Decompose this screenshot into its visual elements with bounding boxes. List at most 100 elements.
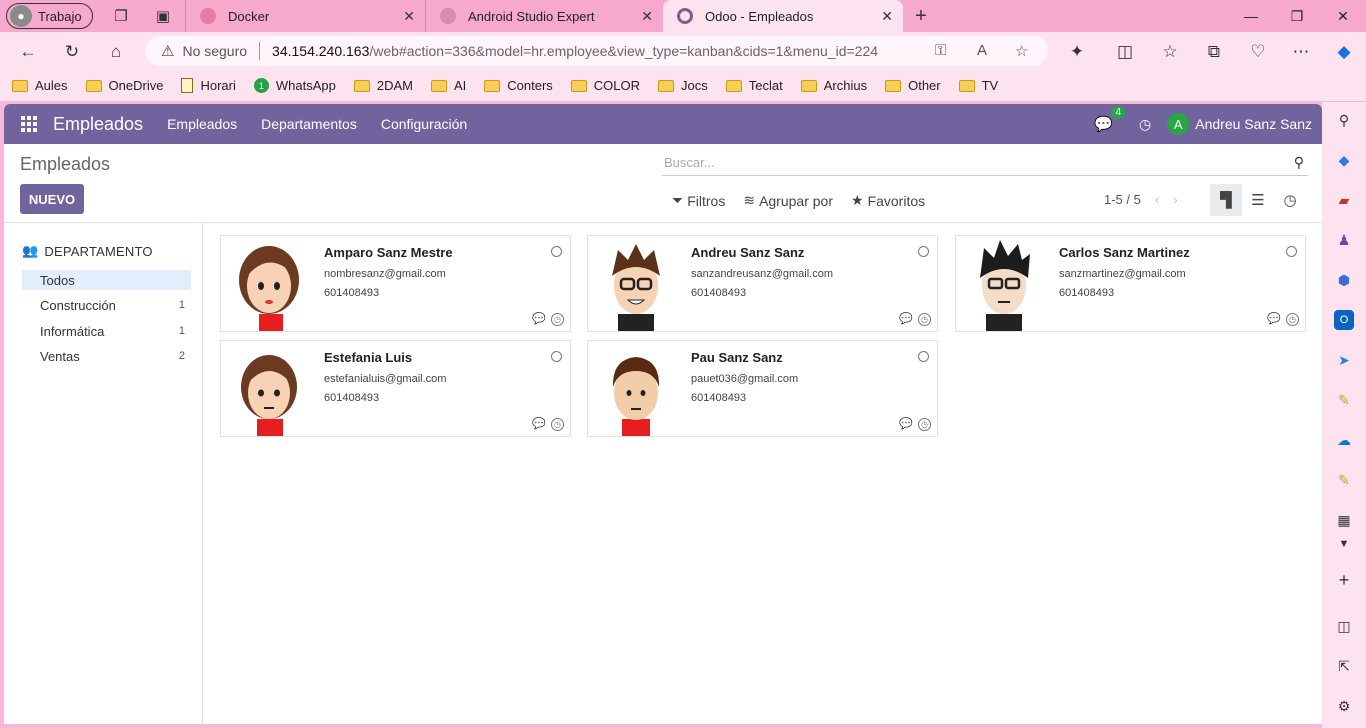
user-avatar[interactable]: A — [1167, 113, 1190, 135]
sidebar-item-construccion[interactable]: Construcción 1 — [22, 295, 191, 315]
bookmark-archius[interactable]: Archius — [800, 78, 867, 93]
sidebar-layout-icon[interactable]: ◫ — [1334, 616, 1354, 636]
new-button[interactable]: NUEVO — [20, 184, 84, 214]
favorite-star-icon[interactable]: ☆ — [1015, 42, 1028, 60]
group-by-button[interactable]: ≋ Agrupar por — [743, 192, 833, 209]
menu-departamentos[interactable]: Departamentos — [261, 116, 357, 132]
workspaces-icon[interactable]: ❐ — [111, 6, 131, 26]
favorites-icon[interactable]: ☆ — [1159, 41, 1181, 63]
open-external-icon[interactable]: ⇱ — [1334, 656, 1354, 676]
home-icon[interactable]: ⌂ — [105, 41, 127, 63]
extensions-icon[interactable]: ✦ — [1066, 41, 1088, 63]
calculator-icon[interactable]: ▦ — [1334, 510, 1354, 530]
profile-button[interactable]: ● Trabajo — [6, 3, 93, 29]
sidebar-item-todos[interactable]: Todos — [22, 270, 191, 290]
employee-name[interactable]: Amparo Sanz Mestre — [324, 245, 453, 260]
activity-clock-icon[interactable]: ◷ — [918, 313, 931, 326]
apps-menu-icon[interactable] — [21, 116, 37, 132]
close-tab-icon[interactable]: ✕ — [641, 8, 653, 25]
sidebar-item-ventas[interactable]: Ventas 2 — [22, 346, 191, 366]
search-input[interactable] — [662, 155, 1294, 170]
bookmark-color[interactable]: COLOR — [570, 78, 640, 93]
chevron-down-icon[interactable]: ▼ — [1334, 534, 1354, 554]
bookmark-whatsapp[interactable]: 1 WhatsApp — [253, 78, 336, 93]
bookmark-teclat[interactable]: Teclat — [725, 78, 783, 93]
close-tab-icon[interactable]: ✕ — [403, 8, 415, 25]
menu-configuracion[interactable]: Configuración — [381, 116, 467, 132]
app-title[interactable]: Empleados — [53, 114, 143, 135]
bookmark-ai[interactable]: AI — [430, 78, 466, 93]
address-bar[interactable]: ⚠ No seguro 34.154.240.163/web#action=33… — [145, 36, 1048, 66]
microsoft365-icon[interactable]: ⬢ — [1334, 270, 1354, 290]
more-menu-icon[interactable]: ⋯ — [1290, 41, 1312, 63]
add-icon[interactable]: + — [1334, 570, 1354, 590]
employee-name[interactable]: Carlos Sanz Martinez — [1059, 245, 1190, 260]
chat-icon[interactable]: 💬 — [899, 417, 913, 430]
pager-value[interactable]: 1-5 / 5 — [1104, 192, 1141, 207]
list-view-icon[interactable]: ☰ — [1242, 184, 1274, 216]
split-screen-icon[interactable]: ◫ — [1114, 41, 1136, 63]
outlook-icon[interactable]: O — [1334, 310, 1354, 330]
bookmark-onedrive[interactable]: OneDrive — [85, 78, 163, 93]
tab-odoo-empleados[interactable]: Odoo - Empleados ✕ — [663, 0, 903, 32]
shopping-icon[interactable]: ◆ — [1334, 150, 1354, 170]
activity-clock-icon[interactable]: ◷ — [551, 418, 564, 431]
restore-icon[interactable]: ❐ — [1274, 0, 1320, 32]
reload-icon[interactable]: ↻ — [61, 41, 83, 63]
bookmark-horari[interactable]: Horari — [181, 78, 236, 93]
bookmark-2dam[interactable]: 2DAM — [353, 78, 413, 93]
games-icon[interactable]: ♟ — [1334, 230, 1354, 250]
bookmark-conters[interactable]: Conters — [484, 78, 553, 93]
bookmark-jocs[interactable]: Jocs — [658, 78, 708, 93]
collections-icon[interactable]: ⧉ — [1203, 41, 1225, 63]
search-icon[interactable]: ⚲ — [1294, 154, 1304, 171]
sidebar-item-informatica[interactable]: Informática 1 — [22, 321, 191, 341]
menu-empleados[interactable]: Empleados — [167, 116, 237, 132]
user-name[interactable]: Andreu Sanz Sanz — [1195, 116, 1312, 132]
warning-icon[interactable]: ⚠ — [161, 42, 174, 60]
kanban-view-icon[interactable]: ▜ — [1210, 184, 1242, 216]
employee-card[interactable]: Estefania Luis estefanialuis@gmail.com 6… — [220, 340, 571, 437]
minimize-icon[interactable]: — — [1228, 0, 1274, 32]
key-icon[interactable]: ⚿ — [935, 42, 946, 59]
favorites-button[interactable]: ★ Favoritos — [851, 192, 925, 209]
chat-icon[interactable]: 💬 — [899, 312, 913, 325]
browser-essentials-icon[interactable]: ♡ — [1247, 41, 1269, 63]
chat-icon[interactable]: 💬 — [532, 417, 546, 430]
employee-name[interactable]: Andreu Sanz Sanz — [691, 245, 804, 260]
back-icon[interactable]: ← — [17, 41, 39, 63]
activity-view-icon[interactable]: ◷ — [1274, 184, 1306, 216]
copilot-icon[interactable]: ◆ — [1333, 41, 1355, 63]
chat-icon[interactable]: 💬 — [1267, 312, 1281, 325]
tab-docker[interactable]: Docker ✕ — [185, 0, 425, 32]
tab-actions-icon[interactable]: ▣ — [153, 6, 173, 26]
tools-icon[interactable]: ▰ — [1334, 190, 1354, 210]
notes-icon[interactable]: ✎ — [1334, 390, 1354, 410]
chat-icon[interactable]: 💬 — [532, 312, 546, 325]
search-icon[interactable]: ⚲ — [1334, 110, 1354, 130]
onedrive-icon[interactable]: ☁ — [1334, 430, 1354, 450]
pager-next-icon[interactable]: › — [1173, 192, 1177, 207]
activity-clock-icon[interactable]: ◷ — [918, 418, 931, 431]
read-aloud-icon[interactable]: A — [977, 42, 987, 59]
bookmark-tv[interactable]: TV — [958, 78, 998, 93]
close-window-icon[interactable]: ✕ — [1320, 0, 1366, 32]
settings-gear-icon[interactable]: ⚙ — [1334, 696, 1354, 716]
notepad-icon[interactable]: ✎ — [1334, 470, 1354, 490]
filters-button[interactable]: ⏷ Filtros — [672, 192, 725, 209]
activities-clock-icon[interactable]: ◷ — [1139, 116, 1151, 133]
employee-name[interactable]: Pau Sanz Sanz — [691, 350, 783, 365]
messages-icon[interactable]: 💬 4 — [1094, 106, 1126, 133]
new-tab-icon[interactable]: + — [911, 5, 931, 27]
pager-previous-icon[interactable]: ‹ — [1155, 192, 1159, 207]
employee-card[interactable]: Amparo Sanz Mestre nombresanz@gmail.com … — [220, 235, 571, 332]
tab-android-studio[interactable]: Android Studio Expert ✕ — [425, 0, 663, 32]
activity-clock-icon[interactable]: ◷ — [551, 313, 564, 326]
bookmark-aules[interactable]: Aules — [12, 78, 68, 93]
close-tab-icon[interactable]: ✕ — [881, 8, 893, 25]
bookmark-other[interactable]: Other — [885, 78, 941, 93]
employee-name[interactable]: Estefania Luis — [324, 350, 412, 365]
employee-card[interactable]: Andreu Sanz Sanz sanzandreusanz@gmail.co… — [587, 235, 938, 332]
employee-card[interactable]: Pau Sanz Sanz pauet036@gmail.com 6014084… — [587, 340, 938, 437]
activity-clock-icon[interactable]: ◷ — [1286, 313, 1299, 326]
